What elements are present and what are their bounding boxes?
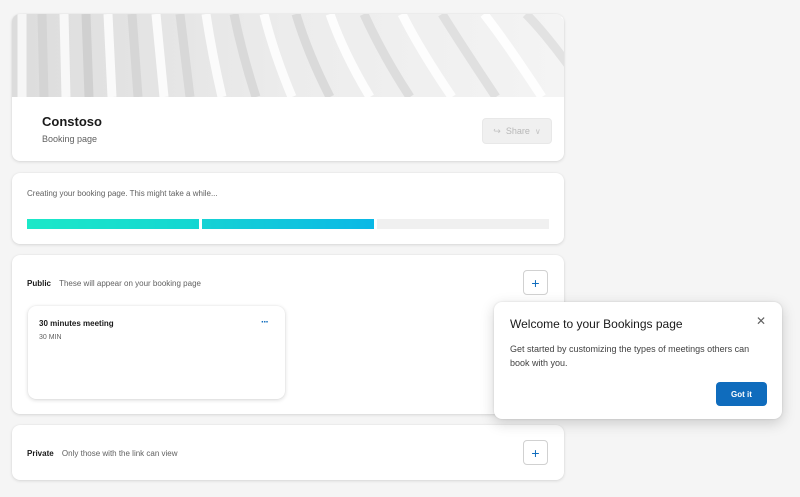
plus-icon: + — [531, 274, 540, 291]
progress-bar — [27, 219, 549, 229]
got-it-button[interactable]: Got it — [716, 382, 767, 406]
progress-segment-3 — [377, 219, 549, 229]
more-icon[interactable]: ··· — [261, 318, 269, 328]
close-icon[interactable]: ✕ — [756, 314, 766, 328]
share-label: Share — [505, 126, 530, 136]
progress-card: Creating your booking page. This might t… — [12, 173, 564, 244]
popover-title: Welcome to your Bookings page — [510, 317, 683, 331]
page-title: Constoso — [42, 114, 102, 129]
progress-segment-1 — [27, 219, 199, 229]
add-private-meeting-button[interactable]: + — [523, 440, 548, 465]
add-public-meeting-button[interactable]: + — [523, 270, 548, 295]
header-card: Constoso Booking page ↪ Share ∨ — [12, 14, 564, 161]
public-section-header: Public These will appear on your booking… — [27, 279, 201, 288]
chevron-down-icon: ∨ — [534, 126, 541, 136]
private-section-header: Private Only those with the link can vie… — [27, 449, 178, 458]
share-icon: ↪ — [493, 125, 501, 136]
meeting-title: 30 minutes meeting — [39, 319, 114, 328]
progress-message: Creating your booking page. This might t… — [27, 189, 218, 198]
share-button[interactable]: ↪ Share ∨ — [482, 118, 552, 144]
public-section: Public These will appear on your booking… — [12, 255, 564, 414]
private-description: Only those with the link can view — [61, 449, 178, 458]
private-section: Private Only those with the link can vie… — [12, 425, 564, 480]
progress-segment-2 — [202, 219, 374, 229]
page-subtitle: Booking page — [42, 134, 98, 144]
popover-body: Get started by customizing the types of … — [510, 344, 750, 368]
meeting-duration: 30 MIN — [39, 334, 62, 341]
plus-icon: + — [531, 444, 540, 461]
welcome-popover: Welcome to your Bookings page ✕ Get star… — [494, 302, 782, 419]
meeting-card[interactable]: 30 minutes meeting 30 MIN ··· — [28, 306, 285, 399]
private-label: Private — [27, 449, 54, 458]
public-label: Public — [27, 279, 52, 288]
banner-image — [12, 14, 564, 97]
public-description: These will appear on your booking page — [59, 279, 201, 288]
